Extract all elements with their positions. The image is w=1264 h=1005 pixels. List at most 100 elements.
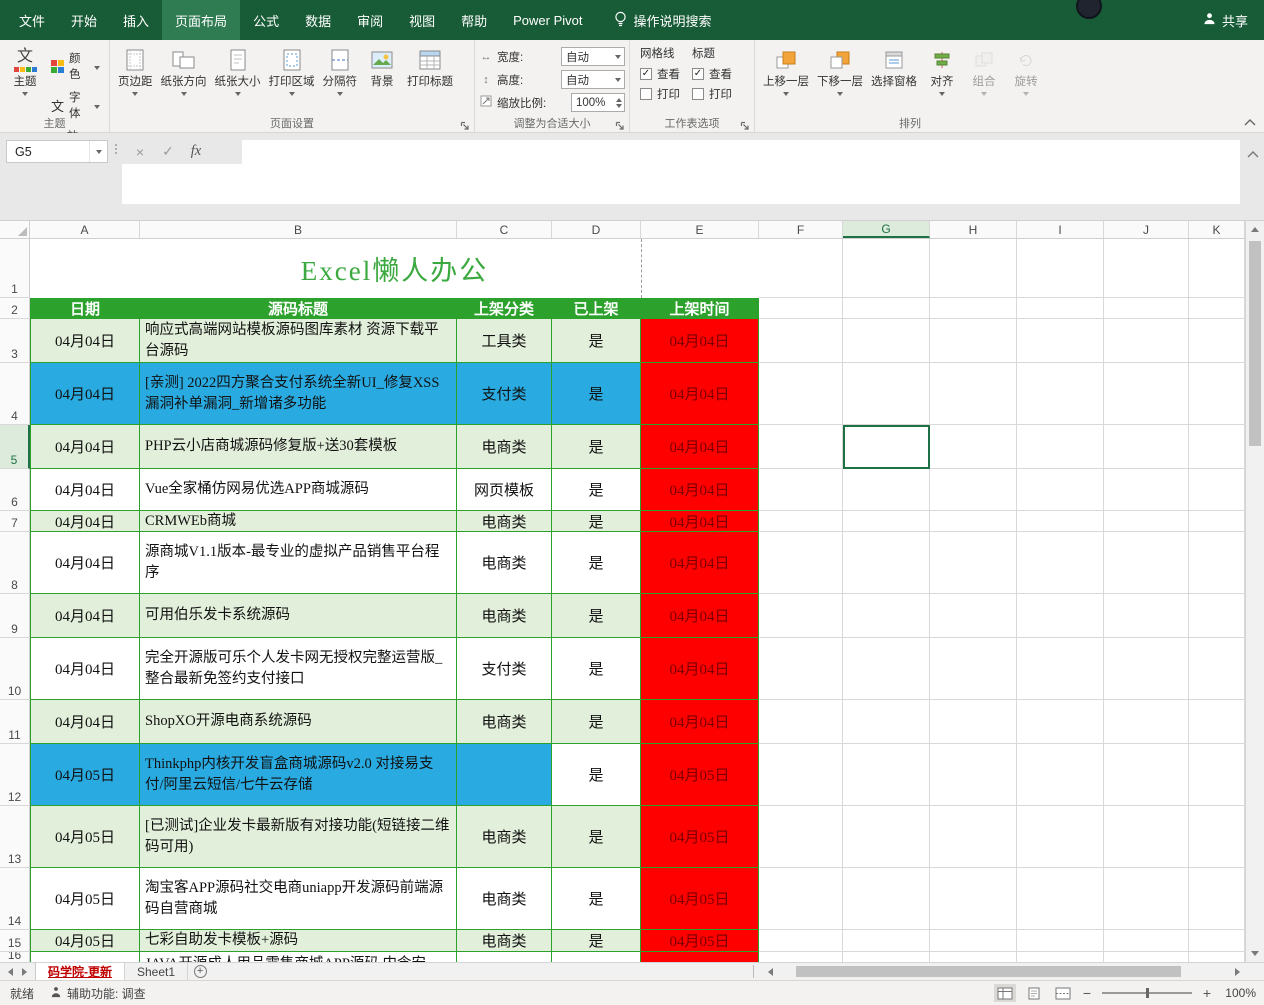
ribbon-tab-公式[interactable]: 公式 <box>240 0 292 40</box>
formula-input[interactable] <box>242 140 1240 164</box>
normal-view-button[interactable] <box>994 984 1016 1002</box>
cell-I12[interactable] <box>1017 744 1104 806</box>
column-header-B[interactable]: B <box>140 221 457 238</box>
cell-K3[interactable] <box>1189 319 1245 363</box>
cell-K2[interactable] <box>1189 298 1245 319</box>
cell-D4[interactable]: 是 <box>552 363 641 425</box>
zoom-slider[interactable] <box>1102 988 1192 998</box>
column-header-J[interactable]: J <box>1104 221 1189 238</box>
column-header-D[interactable]: D <box>552 221 641 238</box>
headings-view-checkbox[interactable]: ✓ 查看 <box>692 66 732 82</box>
cell-A7[interactable]: 04月04日 <box>30 511 140 532</box>
insert-function-button[interactable]: fx <box>182 140 210 163</box>
page-setup-print-titles-button[interactable]: 打印标题 <box>403 43 457 117</box>
row-header-13[interactable]: 13 <box>0 806 30 868</box>
cell-I4[interactable] <box>1017 363 1104 425</box>
cell-J16[interactable] <box>1104 952 1189 962</box>
row-header-8[interactable]: 8 <box>0 532 30 594</box>
sheet-nav-left-icon[interactable] <box>8 967 13 976</box>
scroll-right-icon[interactable] <box>1229 964 1245 979</box>
cell-H9[interactable] <box>930 594 1017 638</box>
cell-C15[interactable]: 电商类 <box>457 930 552 952</box>
checkbox-checked-icon[interactable]: ✓ <box>692 68 704 80</box>
cell-B12[interactable]: Thinkphp内核开发盲盒商城源码v2.0 对接易支付/阿里云短信/七牛云存储 <box>140 744 457 806</box>
cell-E6[interactable]: 04月04日 <box>641 469 759 511</box>
scroll-up-icon[interactable] <box>1246 221 1264 238</box>
tell-me-search[interactable]: 操作说明搜索 <box>614 0 712 40</box>
cell-G15[interactable] <box>843 930 930 952</box>
ribbon-tab-开始[interactable]: 开始 <box>58 0 110 40</box>
cell-D13[interactable]: 是 <box>552 806 641 868</box>
cell-J1[interactable] <box>1104 239 1189 298</box>
headings-print-checkbox[interactable]: 打印 <box>692 86 732 102</box>
column-header-F[interactable]: F <box>759 221 843 238</box>
ribbon-tab-审阅[interactable]: 审阅 <box>344 0 396 40</box>
cell-C7[interactable]: 电商类 <box>457 511 552 532</box>
ribbon-tab-Power Pivot[interactable]: Power Pivot <box>500 0 595 40</box>
page-setup-dialog-launcher[interactable] <box>460 119 471 130</box>
cell-E15[interactable]: 04月05日 <box>641 930 759 952</box>
cell-H8[interactable] <box>930 532 1017 594</box>
cell-D5[interactable]: 是 <box>552 425 641 469</box>
cell-E11[interactable]: 04月04日 <box>641 700 759 744</box>
ribbon-tab-页面布局[interactable]: 页面布局 <box>162 0 241 40</box>
gridlines-view-checkbox[interactable]: ✓ 查看 <box>640 66 680 82</box>
cell-I11[interactable] <box>1017 700 1104 744</box>
vertical-scrollbar[interactable] <box>1245 221 1264 962</box>
cell-G6[interactable] <box>843 469 930 511</box>
cell-C3[interactable]: 工具类 <box>457 319 552 363</box>
cell-J11[interactable] <box>1104 700 1189 744</box>
gridlines-print-checkbox[interactable]: 打印 <box>640 86 680 102</box>
cell-G14[interactable] <box>843 868 930 930</box>
select-all-corner[interactable] <box>0 221 30 238</box>
row-header-15[interactable]: 15 <box>0 930 30 952</box>
zoom-percentage[interactable]: 100% <box>1220 986 1256 1000</box>
cell-F8[interactable] <box>759 532 843 594</box>
cell-I3[interactable] <box>1017 319 1104 363</box>
cell-B9[interactable]: 可用伯乐发卡系统源码 <box>140 594 457 638</box>
cell-K16[interactable] <box>1189 952 1245 962</box>
page-break-view-button[interactable] <box>1052 984 1074 1002</box>
enter-button[interactable]: ✓ <box>154 140 182 163</box>
row-header-3[interactable]: 3 <box>0 319 30 363</box>
arrange-bring-forward-button[interactable]: 上移一层 <box>759 43 813 117</box>
cell-A13[interactable]: 04月05日 <box>30 806 140 868</box>
cell-F14[interactable] <box>759 868 843 930</box>
arrange-send-backward-button[interactable]: 下移一层 <box>813 43 867 117</box>
column-header-E[interactable]: E <box>641 221 759 238</box>
cell-D3[interactable]: 是 <box>552 319 641 363</box>
cell-K1[interactable] <box>1189 239 1245 298</box>
cell-B8[interactable]: 源商城V1.1版本-最专业的虚拟产品销售平台程序 <box>140 532 457 594</box>
cell-H6[interactable] <box>930 469 1017 511</box>
cell-E3[interactable]: 04月04日 <box>641 319 759 363</box>
cell-H4[interactable] <box>930 363 1017 425</box>
row-header-14[interactable]: 14 <box>0 868 30 930</box>
cell-A10[interactable]: 04月04日 <box>30 638 140 700</box>
cell-B3[interactable]: 响应式高端网站模板源码图库素材 资源下载平台源码 <box>140 319 457 363</box>
cell-I2[interactable] <box>1017 298 1104 319</box>
cell-F5[interactable] <box>759 425 843 469</box>
cell-G13[interactable] <box>843 806 930 868</box>
horizontal-scroll-thumb[interactable] <box>796 966 1181 977</box>
cell-B5[interactable]: PHP云小店商城源码修复版+送30套模板 <box>140 425 457 469</box>
name-box[interactable]: G5 <box>6 140 108 163</box>
row-header-11[interactable]: 11 <box>0 700 30 744</box>
cell-K5[interactable] <box>1189 425 1245 469</box>
table-header-listed[interactable]: 已上架 <box>552 298 641 319</box>
cell-A15[interactable]: 04月05日 <box>30 930 140 952</box>
arrange-rotate-button[interactable]: 旋转 <box>1005 43 1047 117</box>
cell-D6[interactable]: 是 <box>552 469 641 511</box>
zoom-out-button[interactable]: − <box>1081 985 1093 1001</box>
ribbon-tab-插入[interactable]: 插入 <box>110 0 162 40</box>
theme-colors-button[interactable]: 颜色 <box>48 49 103 83</box>
page-setup-orientation-button[interactable]: 纸张方向 <box>157 43 211 117</box>
ribbon-tab-数据[interactable]: 数据 <box>292 0 344 40</box>
cell-D11[interactable]: 是 <box>552 700 641 744</box>
cell-G12[interactable] <box>843 744 930 806</box>
cell-A6[interactable]: 04月04日 <box>30 469 140 511</box>
cell-A8[interactable]: 04月04日 <box>30 532 140 594</box>
scale-input[interactable]: 100% <box>571 93 625 112</box>
cell-E7[interactable]: 04月04日 <box>641 511 759 532</box>
cell-I7[interactable] <box>1017 511 1104 532</box>
cell-B4[interactable]: [亲测] 2022四方聚合支付系统全新UI_修复XSS漏洞补单漏洞_新增诸多功能 <box>140 363 457 425</box>
